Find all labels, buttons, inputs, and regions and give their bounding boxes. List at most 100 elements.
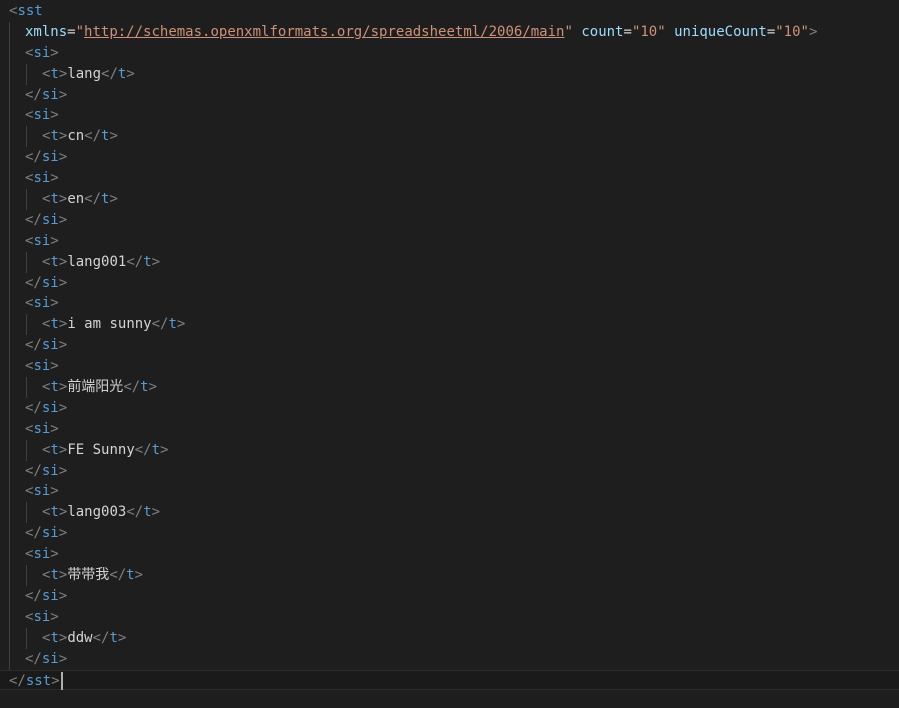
code-line-text-element[interactable]: <t>前端阳光</t> <box>0 377 899 398</box>
si-tag-name: si <box>33 170 51 187</box>
code-line-si-close[interactable]: </si> <box>0 460 899 482</box>
t-tag-name: t <box>50 128 59 145</box>
indent-guide <box>9 606 10 628</box>
string-value: lang003 <box>67 504 127 521</box>
indent-guide <box>26 314 27 336</box>
code-line-si-open[interactable]: <si> <box>0 105 899 127</box>
indent-guide <box>9 544 10 566</box>
root-tag-name: sst <box>25 672 52 689</box>
t-tag-name: t <box>143 504 152 521</box>
indent-guide <box>9 209 10 231</box>
t-tag-name: t <box>168 316 177 333</box>
indent-guide <box>9 523 10 545</box>
t-tag-name: t <box>50 567 59 584</box>
indent-guide <box>9 147 10 169</box>
si-tag-name: si <box>41 149 59 166</box>
code-line-si-close[interactable]: </si> <box>0 209 899 231</box>
code-line-text-element[interactable]: <t>带带我</t> <box>0 565 899 586</box>
t-tag-name: t <box>50 316 59 333</box>
code-line-si-close[interactable]: </si> <box>0 397 899 419</box>
code-line-si-close[interactable]: </si> <box>0 648 899 670</box>
code-line-si-open[interactable]: <si> <box>0 606 899 628</box>
root-tag-name: sst <box>17 3 43 19</box>
indent-guide <box>9 105 10 127</box>
code-line-root-close[interactable]: </sst> <box>0 669 899 691</box>
si-tag-name: si <box>33 608 51 625</box>
code-line-si-close[interactable]: </si> <box>0 84 899 106</box>
indent-guide <box>9 356 10 378</box>
string-value: en <box>67 191 85 208</box>
xml-document[interactable]: <sst xmlns="http://schemas.openxmlformats… <box>0 1 899 691</box>
code-line-si-close[interactable]: </si> <box>0 335 899 357</box>
indent-guide <box>9 565 10 586</box>
si-tag-name: si <box>41 399 59 416</box>
string-value: ddw <box>67 629 93 646</box>
si-tag-name: si <box>41 274 59 291</box>
indent-guide <box>9 272 10 294</box>
indent-guide <box>9 397 10 419</box>
code-line-si-close[interactable]: </si> <box>0 523 899 545</box>
code-line-text-element[interactable]: <t>FE Sunny</t> <box>0 439 899 461</box>
indent-guide <box>9 502 10 524</box>
si-tag-name: si <box>33 107 51 124</box>
t-tag-name: t <box>50 191 59 208</box>
string-value: lang <box>67 65 102 82</box>
si-tag-name: si <box>41 587 59 604</box>
indent-guide <box>9 168 10 190</box>
si-tag-name: si <box>33 232 51 249</box>
code-line-si-open[interactable]: <si> <box>0 356 899 378</box>
code-line-root-attributes[interactable]: xmlns="http://schemas.openxmlformats.org… <box>0 21 899 43</box>
text-cursor <box>60 671 63 690</box>
code-line-si-open[interactable]: <si> <box>0 230 899 252</box>
indent-guide <box>26 126 27 148</box>
indent-guide <box>9 648 10 670</box>
indent-guide <box>9 126 10 148</box>
unique-count-value: "10" <box>775 23 809 40</box>
code-line-text-element[interactable]: <t>cn</t> <box>0 126 899 148</box>
code-line-si-open[interactable]: <si> <box>0 481 899 503</box>
code-line-si-close[interactable]: </si> <box>0 272 899 294</box>
t-tag-name: t <box>109 629 118 646</box>
namespace-link[interactable]: http://schemas.openxmlformats.org/spread… <box>84 24 564 40</box>
string-value: FE Sunny <box>67 441 135 458</box>
indent-guide <box>9 84 10 106</box>
indent-guide <box>9 251 10 273</box>
code-line-si-open[interactable]: <si> <box>0 293 899 315</box>
indent-guide <box>9 627 10 649</box>
indent-guide <box>26 439 27 461</box>
code-line-si-open[interactable]: <si> <box>0 42 899 64</box>
indent-guide <box>26 502 27 524</box>
indent-guide <box>9 42 10 64</box>
code-line-root-open[interactable]: <sst <box>0 1 899 22</box>
si-tag-name: si <box>41 337 59 354</box>
t-tag-name: t <box>151 441 161 458</box>
code-line-si-open[interactable]: <si> <box>0 418 899 440</box>
code-line-text-element[interactable]: <t>lang</t> <box>0 63 899 85</box>
indent-guide <box>9 293 10 315</box>
si-tag-name: si <box>33 546 51 563</box>
indent-guide <box>26 63 27 85</box>
indent-guide <box>9 460 10 482</box>
code-line-text-element[interactable]: <t>ddw</t> <box>0 627 899 649</box>
t-tag-name: t <box>143 253 152 270</box>
t-tag-name: t <box>126 567 135 584</box>
code-editor[interactable]: <sst xmlns="http://schemas.openxmlformats… <box>0 0 899 708</box>
indent-guide <box>9 21 10 43</box>
indent-guide <box>9 189 10 210</box>
unique-count-attribute: uniqueCount <box>674 23 767 40</box>
code-line-si-close[interactable]: </si> <box>0 585 899 607</box>
code-line-si-open[interactable]: <si> <box>0 168 899 190</box>
si-tag-name: si <box>41 86 59 103</box>
indent-guide <box>9 585 10 607</box>
si-tag-name: si <box>33 420 51 437</box>
code-line-si-open[interactable]: <si> <box>0 544 899 566</box>
code-line-text-element[interactable]: <t>i am sunny</t> <box>0 314 899 336</box>
t-tag-name: t <box>50 629 59 646</box>
code-line-text-element[interactable]: <t>lang001</t> <box>0 251 899 273</box>
code-line-text-element[interactable]: <t>lang003</t> <box>0 502 899 524</box>
si-tag-name: si <box>41 211 59 228</box>
code-line-si-close[interactable]: </si> <box>0 147 899 169</box>
t-tag-name: t <box>50 441 59 458</box>
t-tag-name: t <box>50 65 59 82</box>
code-line-text-element[interactable]: <t>en</t> <box>0 189 899 210</box>
